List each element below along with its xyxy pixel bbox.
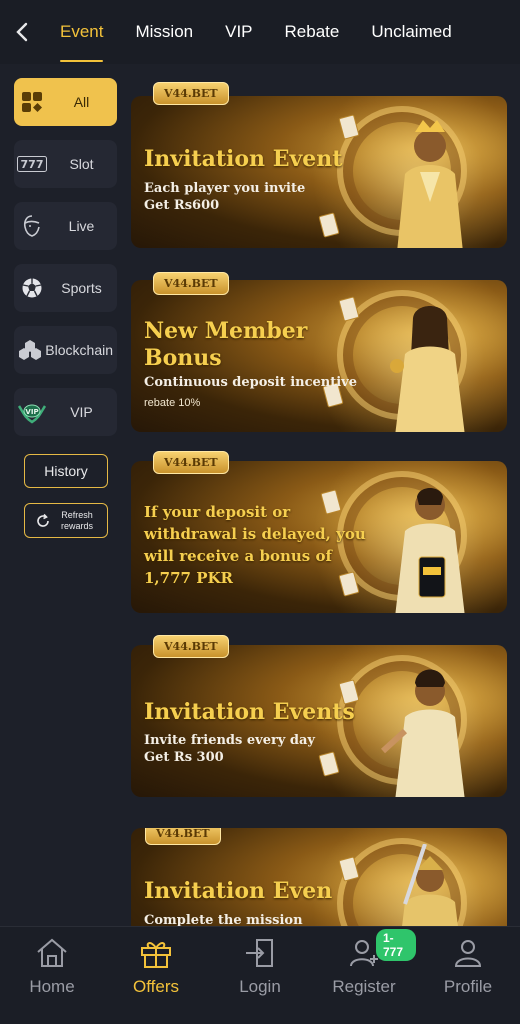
nav-offers[interactable]: Offers (104, 927, 208, 1024)
grid-icon (14, 78, 50, 126)
category-all[interactable]: All (14, 78, 117, 126)
top-bar: Event Mission VIP Rebate Unclaimed (0, 0, 520, 64)
person-icon (454, 940, 482, 967)
nav-login[interactable]: Login (208, 927, 312, 1024)
tab-bar: Event Mission VIP Rebate Unclaimed (44, 0, 468, 64)
category-sports[interactable]: Sports (14, 264, 117, 312)
man-with-cards-image (380, 669, 465, 797)
banner-line: Complete the mission (144, 913, 303, 926)
nav-label: Login (239, 977, 281, 996)
queen-figure-image (390, 306, 465, 432)
category-vip[interactable]: VIP VIP (14, 388, 117, 436)
banner-title: Invitation Events (144, 699, 355, 725)
nav-label: Offers (133, 977, 179, 996)
category-label: Live (68, 218, 95, 234)
nav-label: Home (29, 977, 75, 996)
banner-line: Continuous deposit incentive (144, 375, 357, 390)
tab-unclaimed[interactable]: Unclaimed (355, 0, 467, 64)
tab-mission[interactable]: Mission (119, 0, 209, 64)
banner-line: 1,777 PKR (144, 569, 233, 587)
banner-title: Invitation Event (144, 146, 343, 172)
banner-small-text: rebate 10% (144, 397, 201, 409)
promo-banner-invitation-events[interactable]: V44.BET Invitation Events Invite friends… (131, 635, 507, 797)
dealer-face-icon (14, 202, 50, 250)
blockchain-icon (14, 326, 45, 374)
home-icon (37, 938, 67, 967)
history-button[interactable]: History (24, 454, 108, 488)
tab-vip[interactable]: VIP (209, 0, 268, 64)
banner-line: Get Rs600 (144, 198, 220, 213)
promo-banner-invitation-event[interactable]: V44.BET Invitation Event Each player you… (131, 82, 507, 248)
login-door-icon (246, 939, 273, 967)
svg-text:777: 777 (21, 158, 44, 171)
app-root: Event Mission VIP Rebate Unclaimed All 7… (0, 0, 520, 1024)
svg-text:VIP: VIP (25, 408, 38, 416)
category-sidebar: All 777 Slot Live Sports Blockchain VIP … (0, 64, 132, 926)
soccer-ball-icon (14, 264, 50, 312)
nav-label: Profile (443, 977, 493, 996)
register-bonus-badge: 1-777 (376, 929, 416, 961)
banner-line: will receive a bonus of (144, 547, 332, 565)
promo-banner-new-member-bonus[interactable]: V44.BET New Member Bonus Continuous depo… (131, 272, 507, 432)
banner-line: If your deposit or (144, 503, 291, 521)
banner-line: Get Rs 300 (144, 750, 224, 765)
promo-banner-mission[interactable]: V44.BET Invitation Even Complete the mis… (131, 828, 507, 926)
back-button[interactable] (0, 0, 44, 64)
chevron-left-icon (16, 22, 28, 42)
warrior-figure-image (402, 844, 458, 926)
category-blockchain[interactable]: Blockchain (14, 326, 117, 374)
banner-line: withdrawal is delayed, you (144, 525, 366, 543)
bottom-nav: Home Offers Login Register 1-777 Profile (0, 926, 520, 1024)
king-figure-image (397, 120, 463, 248)
banner-art (131, 96, 507, 248)
category-label: Slot (69, 156, 94, 172)
banner-title: New Member Bonus (144, 318, 308, 371)
category-live[interactable]: Live (14, 202, 117, 250)
banner-title: Invitation Even (144, 878, 333, 904)
tab-rebate[interactable]: Rebate (269, 0, 356, 64)
category-label: Sports (61, 280, 102, 296)
man-holding-phone-image (395, 488, 465, 613)
brand-chip: V44.BET (153, 451, 229, 474)
category-label: VIP (70, 404, 93, 420)
category-label: Blockchain (45, 342, 113, 358)
refresh-icon (37, 513, 49, 527)
category-label: All (73, 94, 90, 110)
nav-profile[interactable]: Profile (416, 927, 520, 1024)
category-slot[interactable]: 777 Slot (14, 140, 117, 188)
slot-777-icon: 777 (14, 140, 50, 188)
refresh-rewards-label: Refresh rewards (60, 509, 93, 531)
brand-chip: V44.BET (145, 828, 221, 845)
brand-chip: V44.BET (153, 82, 229, 105)
banner-line: Invite friends every day (144, 733, 315, 748)
brand-chip: V44.BET (153, 635, 229, 658)
promo-banner-delay-compensation[interactable]: V44.BET If your deposit or withdrawal is… (131, 451, 507, 613)
nav-register[interactable]: Register 1-777 (312, 927, 416, 1024)
gift-icon (141, 942, 171, 968)
banner-line: Each player you invite (144, 181, 306, 196)
nav-home[interactable]: Home (0, 927, 104, 1024)
tab-event[interactable]: Event (44, 0, 119, 64)
vip-badge-icon: VIP (14, 388, 50, 436)
nav-label: Register (332, 977, 396, 996)
brand-chip: V44.BET (153, 272, 229, 295)
refresh-rewards-button[interactable]: Refresh rewards (24, 503, 108, 538)
